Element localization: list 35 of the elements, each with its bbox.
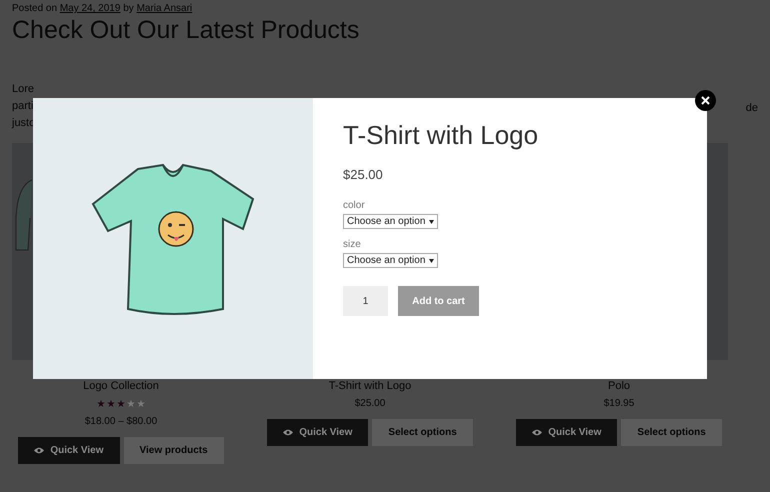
paragraph-text: de: [746, 102, 758, 116]
product-price: $18.00 – $80.00: [84, 416, 158, 427]
page-title: Check Out Our Latest Products: [12, 16, 360, 45]
product-title: T-Shirt with Logo: [343, 120, 538, 151]
product-name[interactable]: T-Shirt with Logo: [328, 380, 412, 392]
caret-icon: [429, 220, 434, 224]
caret-icon: [429, 258, 434, 262]
product-action-button[interactable]: Select options: [621, 419, 722, 446]
product-name[interactable]: Logo Collection: [83, 380, 159, 392]
post-meta: Posted on May 24, 2019 by Maria Ansari: [11, 2, 194, 14]
add-to-cart-button[interactable]: Add to cart: [398, 286, 479, 316]
product-price: $19.95: [604, 398, 634, 409]
post-date-link[interactable]: May 24, 2019: [60, 3, 120, 14]
eye-icon: [34, 447, 44, 454]
attribute-label: color: [343, 200, 366, 211]
star-rating: ★★★★★: [96, 398, 146, 410]
quick-view-button[interactable]: Quick View: [267, 419, 368, 446]
eye-icon: [283, 429, 294, 436]
close-icon: [701, 96, 710, 105]
quantity-field[interactable]: 1: [343, 286, 388, 316]
eye-icon: [532, 429, 542, 436]
product-action-button[interactable]: Select options: [372, 419, 473, 446]
close-button[interactable]: [695, 90, 716, 111]
attribute-label: size: [343, 239, 362, 250]
product-action-button[interactable]: View products: [124, 437, 224, 464]
paragraph-text: Lore: [12, 83, 36, 95]
product-price: $25.00: [343, 167, 384, 182]
quick-view-button[interactable]: Quick View: [516, 419, 618, 446]
option-dropdown[interactable]: Choose an option: [343, 253, 438, 268]
product-price: $25.00: [354, 398, 386, 409]
quick-view-button[interactable]: Quick View: [18, 437, 120, 464]
paragraph-text: parti: [12, 100, 34, 112]
author-link[interactable]: Maria Ansari: [136, 3, 192, 14]
product-name[interactable]: Polo: [608, 380, 630, 392]
option-dropdown[interactable]: Choose an option: [343, 214, 438, 229]
